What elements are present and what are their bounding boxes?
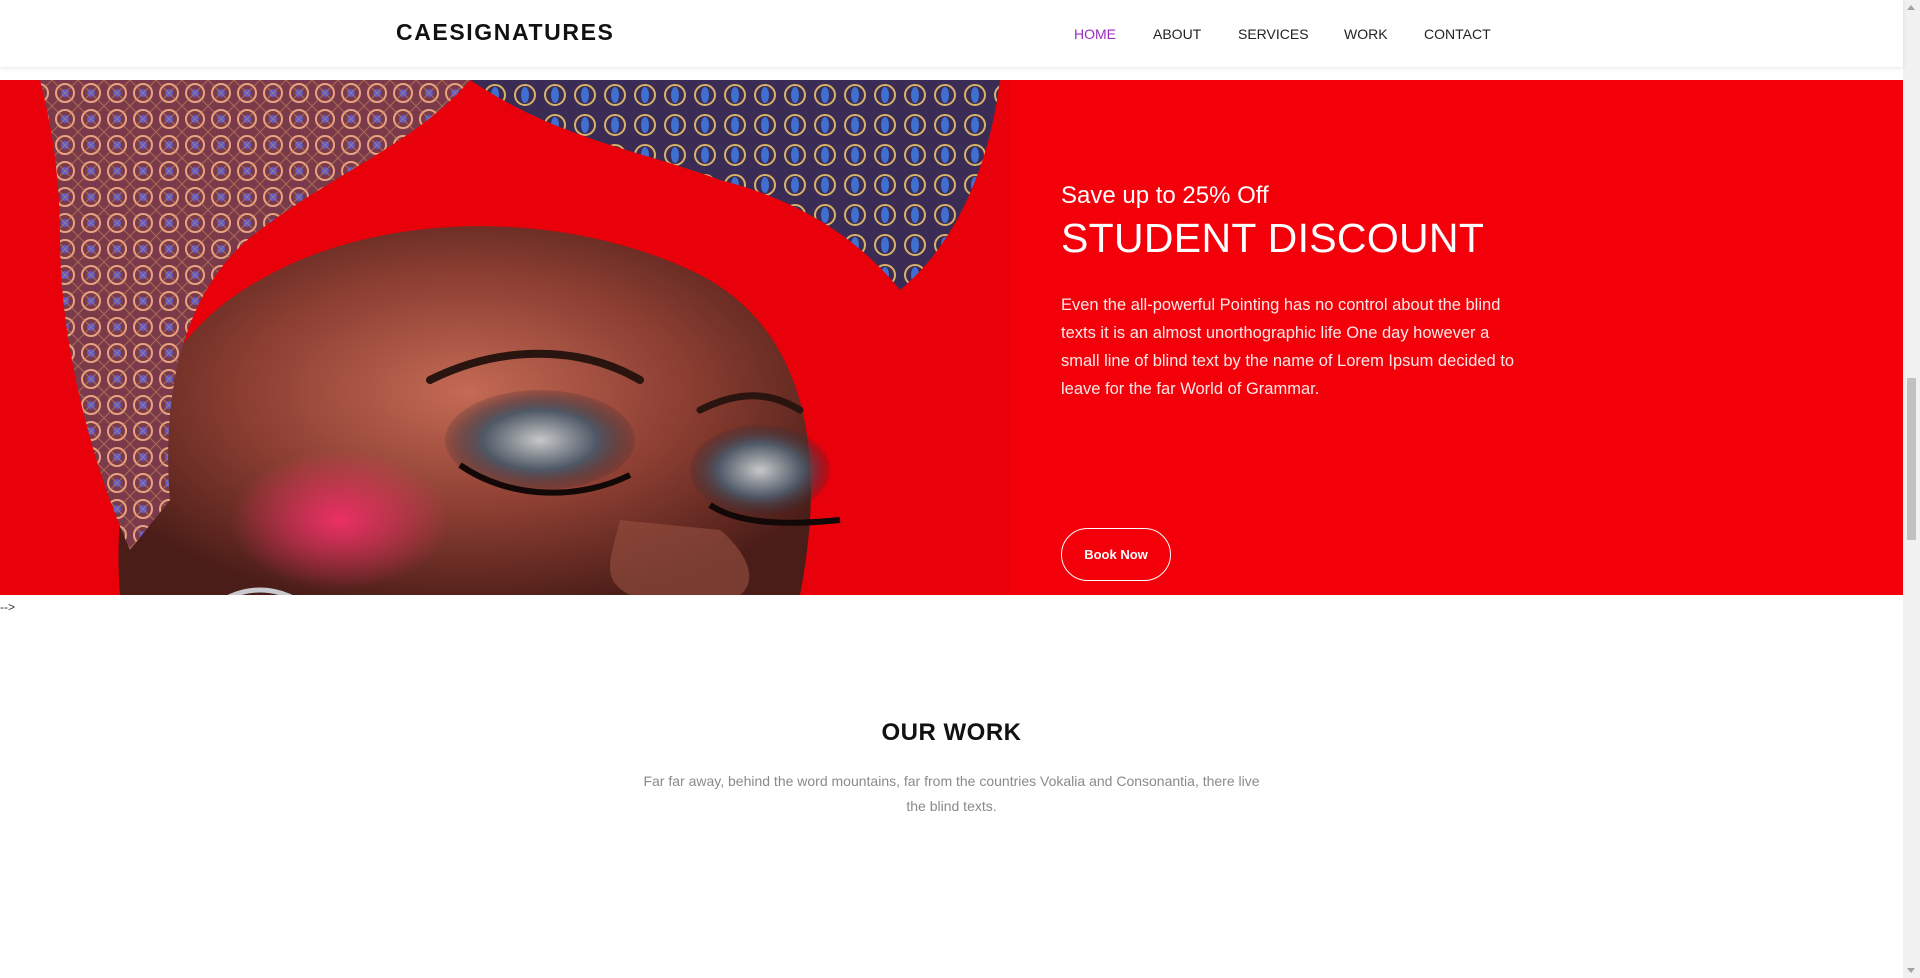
nav-home[interactable]: HOME [1074, 26, 1116, 42]
our-work-section: OUR WORK Far far away, behind the word m… [0, 719, 1903, 819]
discount-subtitle: Save up to 25% Off [1061, 182, 1269, 209]
site-header: CAESIGNATURES HOME ABOUT SERVICES WORK C… [0, 0, 1903, 67]
nav-about[interactable]: ABOUT [1153, 26, 1201, 42]
nav-services[interactable]: SERVICES [1238, 26, 1309, 42]
page-scrollbar[interactable] [1903, 0, 1920, 978]
section-description: Far far away, behind the word mountains,… [643, 773, 1260, 814]
discount-title: STUDENT DISCOUNT [1061, 215, 1485, 261]
discount-description: Even the all-powerful Pointing has no co… [1061, 296, 1515, 398]
hero-text: Save up to 25% Off STUDENT DISCOUNT Even… [1061, 180, 1521, 581]
nav-contact[interactable]: CONTACT [1424, 26, 1491, 42]
scroll-up-arrow-icon[interactable] [1907, 5, 1915, 10]
stray-comment-text: --> [0, 600, 15, 614]
woman-headwrap-photo [0, 80, 1010, 595]
book-now-button[interactable]: Book Now [1061, 528, 1171, 581]
scrollbar-thumb[interactable] [1907, 378, 1916, 540]
scroll-down-arrow-icon[interactable] [1907, 968, 1915, 973]
discount-hero: Save up to 25% Off STUDENT DISCOUNT Even… [0, 80, 1903, 595]
nav-work[interactable]: WORK [1344, 26, 1388, 42]
section-title: OUR WORK [881, 719, 1022, 746]
main-nav: HOME ABOUT SERVICES WORK CONTACT [0, 26, 1903, 46]
